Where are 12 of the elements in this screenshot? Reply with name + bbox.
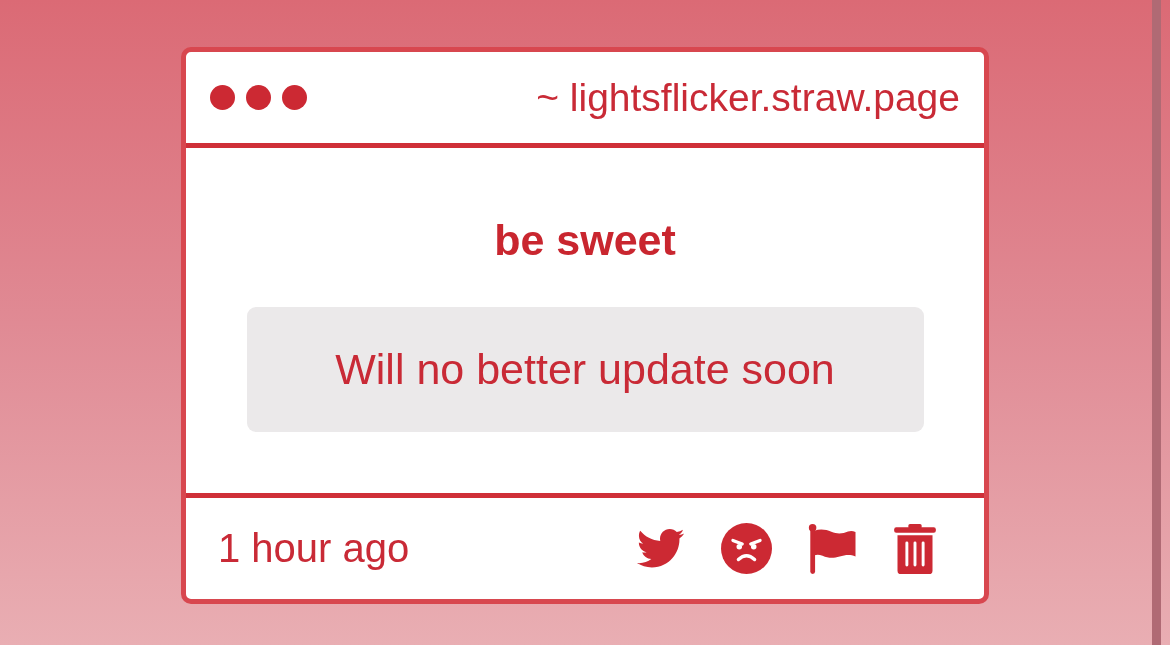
bird-icon[interactable] [635,528,685,569]
message-title: be sweet [494,216,676,264]
angry-face-icon[interactable] [721,523,772,574]
scrollbar[interactable] [1152,0,1161,645]
trash-icon[interactable] [894,523,936,574]
site-address: ~ lightsflicker.straw.page [536,75,960,120]
timestamp: 1 hour ago [218,526,410,571]
dot-icon [282,85,307,110]
message-text: Will no better update soon [246,307,924,432]
flag-icon[interactable] [808,523,858,574]
dot-icon [246,85,271,110]
dot-icon [210,85,235,110]
